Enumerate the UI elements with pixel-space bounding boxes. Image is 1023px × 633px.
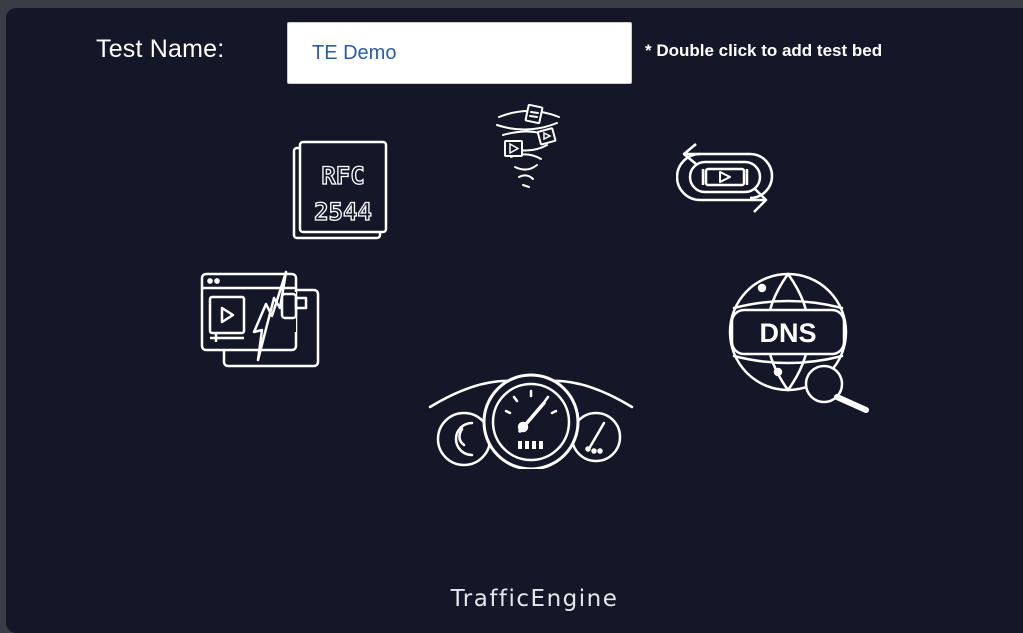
rfc-label-line1: RFC (321, 162, 364, 190)
test-name-label: Test Name: (96, 35, 225, 63)
dns-lookup-icon[interactable]: DNS (726, 268, 874, 418)
speedometer-icon[interactable] (426, 367, 636, 469)
rfc-label-line2: 2544 (314, 198, 372, 226)
dns-label: DNS (759, 318, 816, 348)
trafficengine-brand: TrafficEngine (450, 586, 619, 612)
tornado-video-icon[interactable] (491, 103, 567, 189)
test-name-input[interactable] (287, 22, 632, 84)
add-test-bed-hint: * Double click to add test bed (645, 41, 883, 60)
rfc2544-icon[interactable]: RFC 2544 (292, 140, 388, 242)
replay-loop-icon[interactable] (676, 138, 774, 220)
fast-video-icon[interactable] (200, 270, 322, 370)
